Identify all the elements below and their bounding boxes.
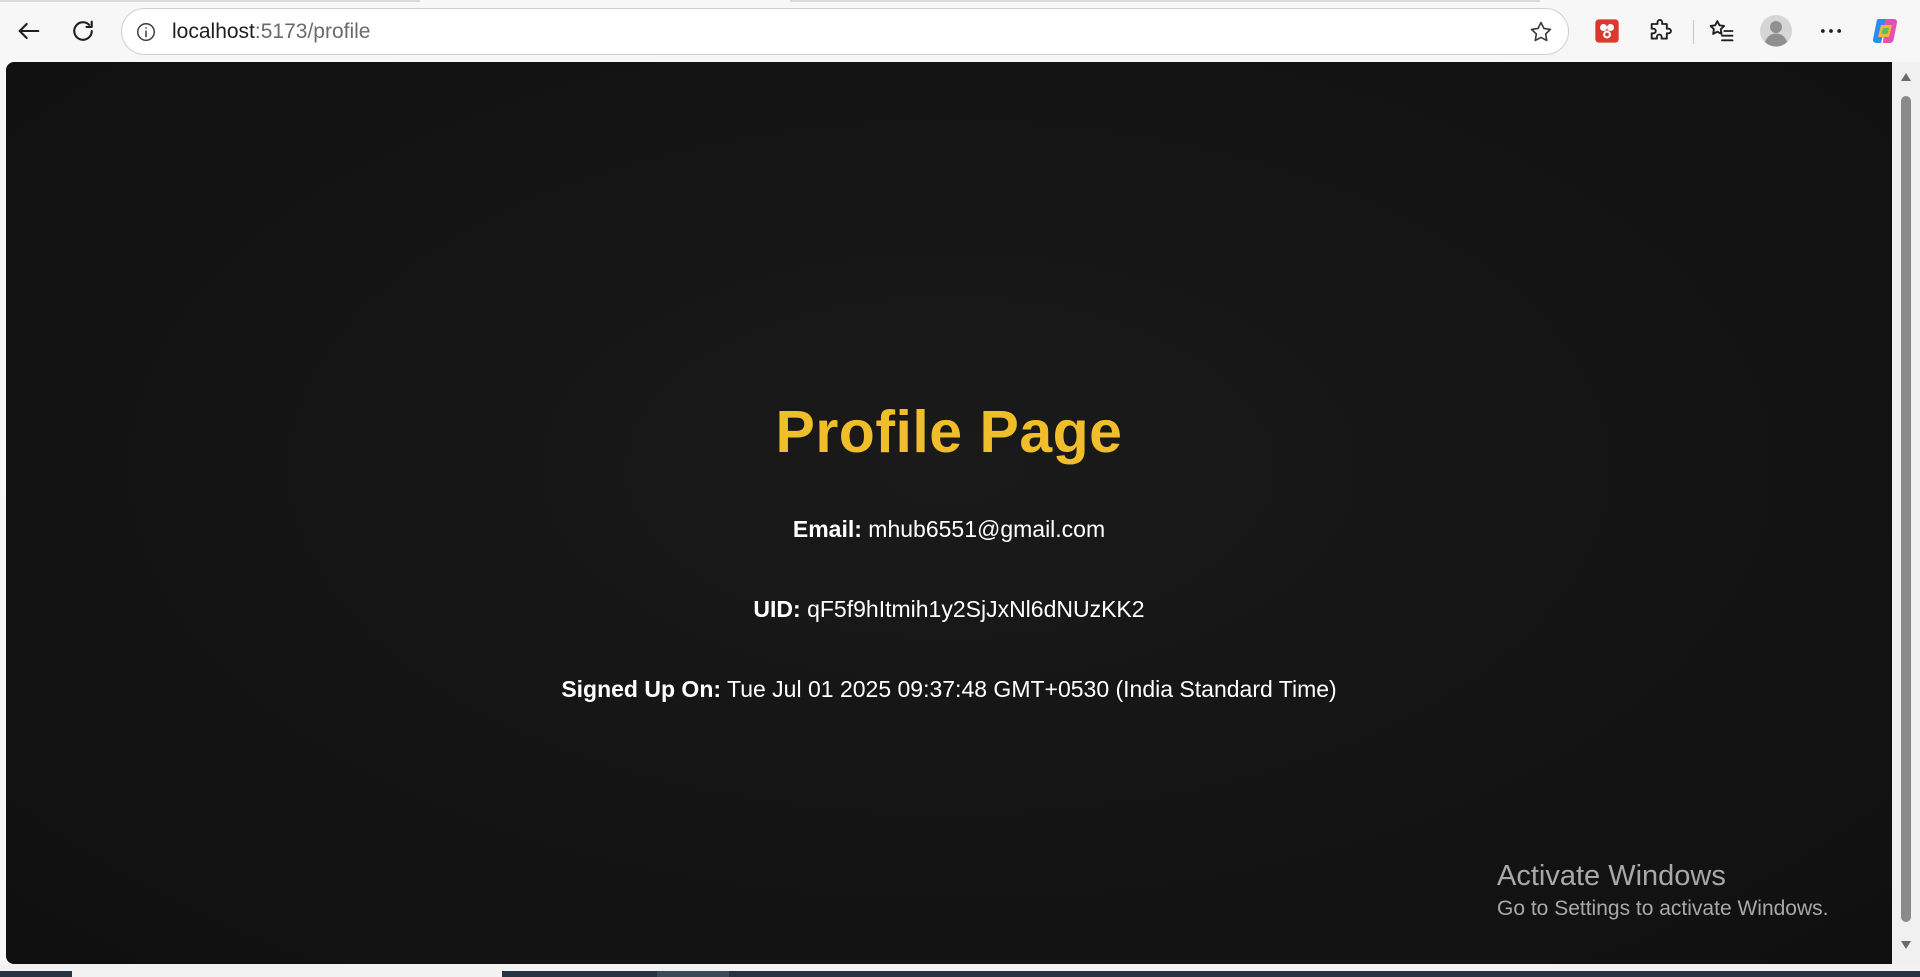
back-arrow-icon — [15, 17, 43, 45]
uid-line: UID: qF5f9hItmih1y2SjJxNl6dNUzKK2 — [6, 596, 1892, 623]
scroll-down-arrow-icon[interactable] — [1899, 938, 1913, 952]
info-icon[interactable] — [134, 20, 158, 44]
url-text[interactable]: localhost:5173/profile — [172, 9, 370, 54]
profile-button[interactable] — [1756, 11, 1796, 51]
email-line: Email: mhub6551@gmail.com — [6, 516, 1892, 543]
scrollbar-thumb[interactable] — [1901, 96, 1911, 922]
star-icon[interactable] — [1528, 19, 1554, 45]
back-button[interactable] — [9, 11, 49, 51]
page-viewport: Profile Page Email: mhub6551@gmail.com U… — [6, 62, 1892, 964]
page-title: Profile Page — [775, 399, 1123, 465]
favorites-button[interactable] — [1702, 11, 1742, 51]
taskbar-segment — [657, 971, 729, 977]
vertical-scrollbar[interactable] — [1892, 62, 1920, 964]
copilot-button[interactable] — [1866, 11, 1906, 51]
signed-up-value: Tue Jul 01 2025 09:37:48 GMT+0530 (India… — [727, 676, 1337, 702]
puzzle-icon — [1647, 17, 1675, 45]
reload-icon — [69, 17, 97, 45]
email-value: mhub6551@gmail.com — [868, 516, 1106, 542]
url-host: localhost — [172, 20, 255, 43]
tab-strip-edge — [790, 0, 1540, 2]
signed-up-label: Signed Up On: — [561, 676, 722, 702]
email-label: Email: — [792, 516, 862, 542]
uid-label: UID: — [753, 596, 801, 622]
signed-up-line: Signed Up On: Tue Jul 01 2025 09:37:48 G… — [6, 676, 1892, 703]
scroll-up-arrow-icon[interactable] — [1899, 70, 1913, 84]
extensions-button[interactable] — [1641, 11, 1681, 51]
uid-value: qF5f9hItmih1y2SjJxNl6dNUzKK2 — [807, 596, 1145, 622]
taskbar-segment — [0, 971, 72, 977]
taskbar-segment — [729, 971, 1920, 977]
avatar-icon — [1759, 14, 1793, 48]
taskbar-segment — [502, 971, 657, 977]
taskbar-edge — [0, 964, 1920, 977]
browser-toolbar: localhost:5173/profile — [0, 0, 1920, 62]
toolbar-divider — [1693, 20, 1694, 44]
url-path: :5173/profile — [254, 20, 371, 43]
more-dots-icon — [1817, 17, 1845, 45]
profile-content: Profile Page Email: mhub6551@gmail.com U… — [6, 62, 1892, 964]
favorites-list-icon — [1708, 17, 1736, 45]
activate-windows-watermark: Activate Windows Go to Settings to activ… — [1497, 858, 1829, 924]
copilot-icon — [1870, 15, 1902, 47]
tab-strip-edge — [0, 0, 420, 2]
extension-red-button[interactable] — [1587, 11, 1627, 51]
reload-button[interactable] — [63, 11, 103, 51]
more-button[interactable] — [1811, 11, 1851, 51]
activate-windows-title: Activate Windows — [1497, 860, 1726, 892]
activate-windows-subtitle: Go to Settings to activate Windows. — [1497, 897, 1829, 920]
address-bar[interactable]: localhost:5173/profile — [121, 8, 1569, 55]
taskbar-segment — [72, 971, 502, 977]
extension-red-icon — [1593, 17, 1621, 45]
